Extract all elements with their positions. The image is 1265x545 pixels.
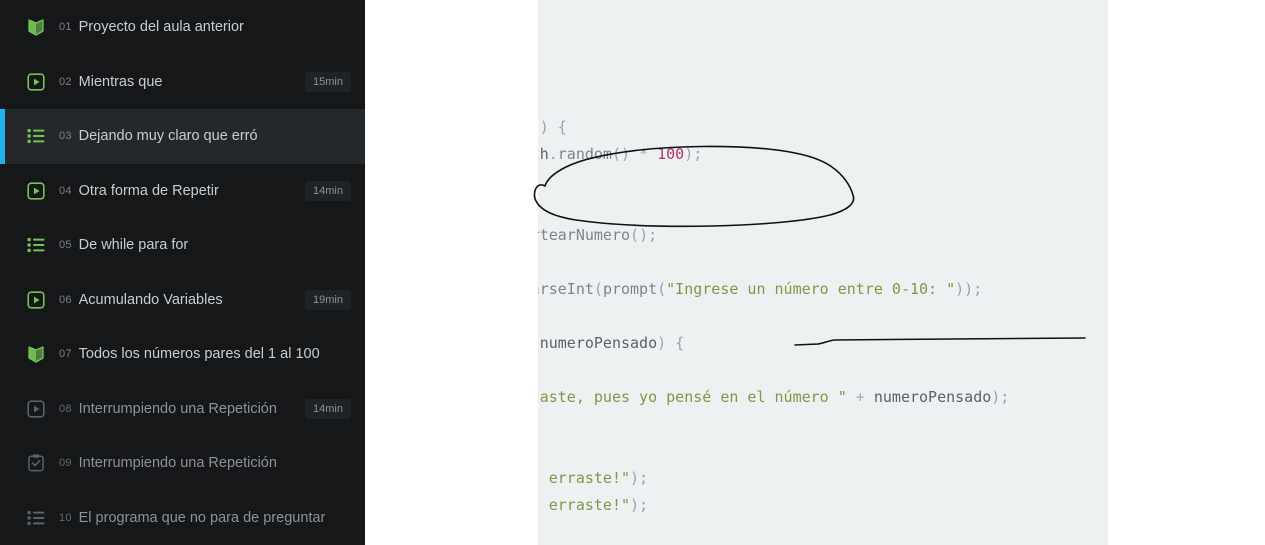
clipboard-check-icon <box>25 452 47 474</box>
list-icon <box>25 234 47 256</box>
sidebar-item-label: Todos los números pares del 1 al 100 <box>78 346 320 363</box>
book-icon <box>25 343 47 365</box>
sidebar-item-label: Mientras que <box>78 73 163 90</box>
sidebar-item-02[interactable]: 02 Mientras que 15min <box>0 55 365 110</box>
sidebar-item-duration-badge: 14min <box>305 180 351 201</box>
sidebar-item-label: Interrumpiendo una Repetición <box>78 455 277 472</box>
sidebar-item-label: De while para for <box>78 237 189 254</box>
play-icon <box>25 180 47 202</box>
play-icon <box>25 289 47 311</box>
sidebar-item-number: 01 <box>59 21 72 34</box>
sidebar-item-number: 02 <box>59 75 72 88</box>
sidebar-item-01[interactable]: 01 Proyecto del aula anterior <box>0 0 365 55</box>
sidebar-item-06[interactable]: 06 Acumulando Variables 19min <box>0 273 365 328</box>
sidebar-item-number: 07 <box>59 348 72 361</box>
sidebar-item-number: 08 <box>59 402 72 415</box>
list-icon <box>25 125 47 147</box>
code-snippet-block[interactable]: document.write(frase); pulaLinea(); func… <box>538 0 1108 545</box>
sidebar-item-number: 04 <box>59 184 72 197</box>
course-sidebar[interactable]: 01 Proyecto del aula anterior 02 Mientras q… <box>0 0 365 545</box>
sidebar-item-04[interactable]: 04 Otra forma de Repetir 14min <box>0 164 365 219</box>
sidebar-item-07[interactable]: 07 Todos los números pares del 1 al 100 <box>0 327 365 382</box>
sidebar-item-label: El programa que no para de preguntar <box>78 509 326 526</box>
sidebar-item-duration-badge: 14min <box>305 398 351 419</box>
sidebar-item-09[interactable]: 09 Interrumpiendo una Repetición <box>0 436 365 491</box>
sidebar-item-label: Dejando muy claro que erró <box>78 128 258 145</box>
sidebar-item-label: Acumulando Variables <box>78 291 223 308</box>
sidebar-item-number: 06 <box>59 293 72 306</box>
book-icon <box>25 16 47 38</box>
sidebar-item-number: 10 <box>59 511 72 524</box>
sidebar-item-05[interactable]: 05 De while para for <box>0 218 365 273</box>
sidebar-item-08[interactable]: 08 Interrumpiendo una Repetición 14min <box>0 382 365 437</box>
sidebar-item-label: Proyecto del aula anterior <box>78 19 244 36</box>
list-icon <box>25 507 47 529</box>
sidebar-item-label: Otra forma de Repetir <box>78 182 219 199</box>
sidebar-item-03[interactable]: 03 Dejando muy claro que erró <box>0 109 365 164</box>
sidebar-item-label: Interrumpiendo una Repetición <box>78 400 277 417</box>
sidebar-item-number: 03 <box>59 130 72 143</box>
play-icon <box>25 71 47 93</box>
sidebar-item-duration-badge: 19min <box>305 289 351 310</box>
code-text: document.write(frase); pulaLinea(); func… <box>538 118 1010 514</box>
lesson-content-area: document.write(frase); pulaLinea(); func… <box>365 0 1265 545</box>
play-icon <box>25 398 47 420</box>
sidebar-item-number: 09 <box>59 457 72 470</box>
sidebar-item-duration-badge: 15min <box>305 71 351 92</box>
sidebar-item-number: 05 <box>59 239 72 252</box>
sidebar-item-10[interactable]: 10 El programa que no para de preguntar <box>0 491 365 545</box>
